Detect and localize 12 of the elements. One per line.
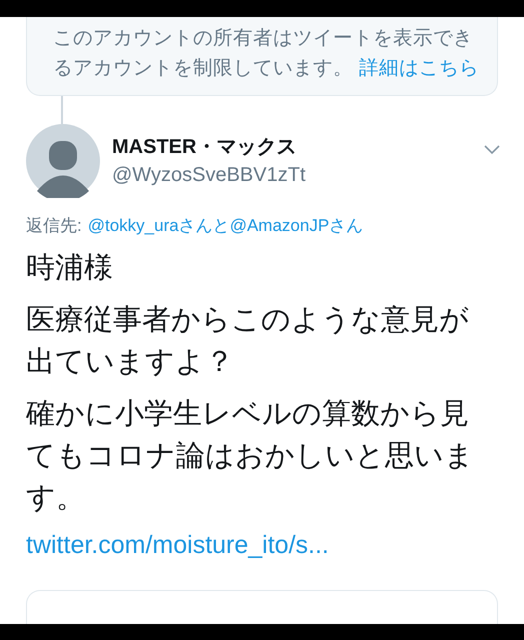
reply-label: 返信先: xyxy=(26,215,82,237)
tweet-text: 医療従事者からこのような意見が出ていますよ？ xyxy=(26,303,470,380)
avatar-icon[interactable] xyxy=(26,124,100,198)
user-handle: @WyzosSveBBV1zTt xyxy=(112,163,307,188)
details-link[interactable]: 詳細はこちら xyxy=(359,57,479,79)
reply-mentions[interactable]: @tokky_uraさんと@AmazonJPさん xyxy=(88,214,364,237)
user-name: MASTER・マックス xyxy=(112,135,298,160)
tweet-link[interactable]: twitter.com/moisture_ito/s... xyxy=(26,531,498,560)
tweet-text: 確かに小学生レベルの算数から見てもコロナ論はおかしいと思います。 xyxy=(26,397,475,516)
chevron-down-icon[interactable] xyxy=(483,144,501,156)
tweet-text: 時浦様 xyxy=(26,251,114,286)
notice-text: このアカウントの所有者はツイートを表示できるアカウントを制限しています。 詳細はこちら xyxy=(53,26,480,81)
